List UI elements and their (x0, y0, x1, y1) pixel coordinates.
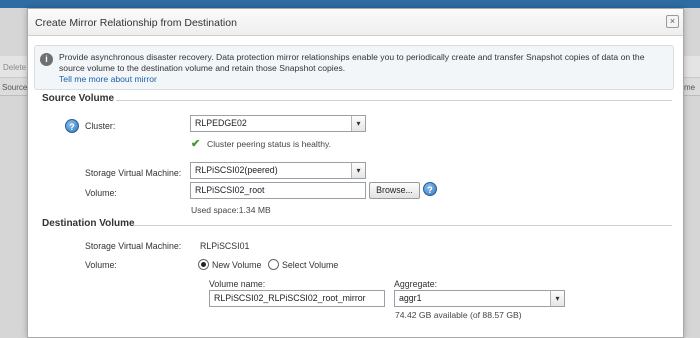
chevron-down-icon[interactable]: ▾ (351, 116, 365, 131)
select-volume-radio[interactable] (268, 259, 279, 270)
aggregate-available-text: 74.42 GB available (of 88.57 GB) (395, 310, 522, 320)
cluster-label: Cluster: (85, 121, 116, 131)
create-mirror-dialog: Create Mirror Relationship from Destinat… (27, 8, 684, 338)
column-header-source[interactable]: Source (2, 83, 27, 92)
source-volume-field[interactable]: RLPiSCSI02_root (190, 182, 366, 199)
source-volume-label: Volume: (85, 188, 117, 198)
destination-svm-label: Storage Virtual Machine: (85, 241, 182, 251)
volume-help-icon[interactable]: ? (423, 182, 437, 196)
source-volume-section-title: Source Volume (42, 93, 115, 104)
destination-volume-section-title: Destination Volume (42, 218, 135, 229)
toolbar-delete-button[interactable]: Delete (3, 63, 26, 72)
cluster-select-value: RLPEDGE02 (195, 118, 247, 128)
destination-section-divider (134, 225, 672, 226)
select-volume-radio-label[interactable]: Select Volume (282, 260, 338, 270)
source-svm-select-value: RLPiSCSI02(peered) (195, 165, 278, 175)
cluster-select[interactable]: RLPEDGE02 ▾ (190, 115, 366, 132)
chevron-down-icon[interactable]: ▾ (351, 163, 365, 178)
browse-button[interactable]: Browse... (369, 182, 420, 199)
volume-name-field[interactable]: RLPiSCSI02_RLPiSCSI02_root_mirror (209, 290, 385, 307)
peering-status-text: Cluster peering status is healthy. (207, 139, 332, 149)
app-top-bar (0, 0, 700, 8)
source-svm-select[interactable]: RLPiSCSI02(peered) ▾ (190, 162, 366, 179)
destination-volume-label: Volume: (85, 260, 117, 270)
new-volume-radio[interactable] (198, 259, 209, 270)
aggregate-select-value: aggr1 (399, 293, 422, 303)
destination-svm-value: RLPiSCSI01 (200, 241, 250, 251)
new-volume-radio-label[interactable]: New Volume (212, 260, 261, 270)
source-svm-label: Storage Virtual Machine: (85, 168, 182, 178)
column-header-name[interactable]: me (684, 83, 695, 92)
check-icon: ✔ (191, 138, 201, 150)
volume-name-label: Volume name: (209, 279, 266, 289)
used-space-text: Used space:1.34 MB (191, 205, 271, 215)
source-section-divider (116, 100, 672, 101)
aggregate-select[interactable]: aggr1 ▾ (394, 290, 565, 307)
close-icon[interactable]: × (666, 15, 679, 28)
info-icon: i (40, 53, 53, 66)
dialog-title-bar: Create Mirror Relationship from Destinat… (28, 9, 683, 36)
dialog-title: Create Mirror Relationship from Destinat… (35, 17, 237, 29)
aggregate-label: Aggregate: (394, 279, 438, 289)
cluster-help-icon[interactable]: ? (65, 119, 79, 133)
learn-more-link[interactable]: Tell me more about mirror (59, 74, 157, 84)
chevron-down-icon[interactable]: ▾ (550, 291, 564, 306)
info-description: Provide asynchronous disaster recovery. … (59, 52, 645, 73)
